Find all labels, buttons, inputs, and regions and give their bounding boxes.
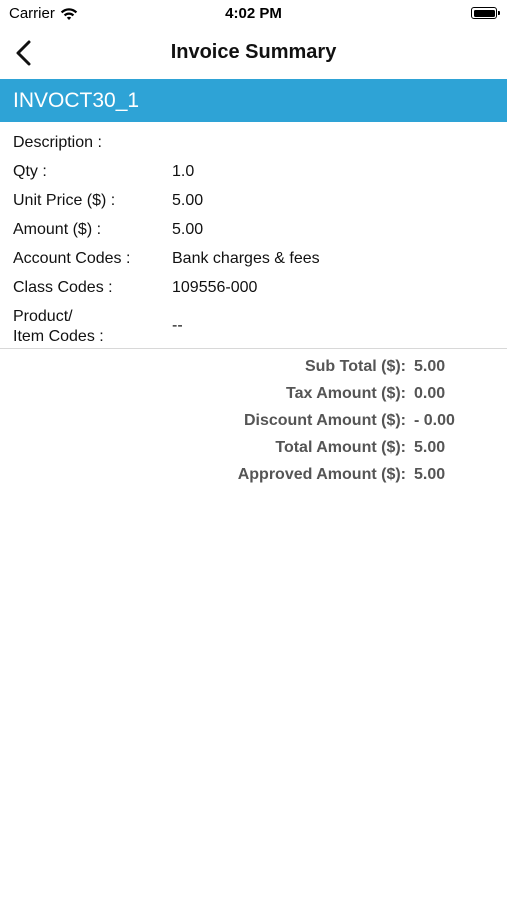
class-codes-label: Class Codes : (13, 279, 113, 296)
detail-row-qty: Qty : 1.0 (0, 160, 507, 189)
product-codes-label-line1: Product/ (13, 308, 73, 325)
invoice-header: INVOCT30_1 (0, 79, 507, 122)
detail-row-class-codes: Class Codes : 109556-000 (0, 276, 507, 305)
total-amount-label: Total Amount ($): (275, 439, 406, 456)
divider (0, 348, 507, 349)
qty-value: 1.0 (172, 163, 195, 180)
amount-value: 5.00 (172, 221, 204, 238)
total-row-discount: Discount Amount ($): - 0.00 (0, 410, 507, 437)
account-codes-value: Bank charges & fees (172, 250, 320, 267)
detail-row-account-codes: Account Codes : Bank charges & fees (0, 247, 507, 276)
status-time: 4:02 PM (225, 5, 282, 22)
detail-row-description: Description : (0, 131, 507, 160)
total-amount-value: 5.00 (414, 439, 446, 456)
detail-row-unit-price: Unit Price ($) : 5.00 (0, 189, 507, 218)
invoice-id: INVOCT30_1 (13, 89, 140, 112)
totals-section: Sub Total ($): 5.00 Tax Amount ($): 0.00… (0, 356, 507, 491)
unit-price-label: Unit Price ($) : (13, 192, 116, 209)
sub-total-value: 5.00 (414, 358, 446, 375)
account-codes-label: Account Codes : (13, 250, 131, 267)
approved-amount-label: Approved Amount ($): (237, 466, 406, 483)
invoice-details: Description : Qty : 1.0 Unit Price ($) :… (0, 131, 507, 353)
qty-label: Qty : (13, 163, 47, 180)
total-row-tax: Tax Amount ($): 0.00 (0, 383, 507, 410)
tax-amount-value: 0.00 (414, 385, 446, 402)
status-bar: Carrier 4:02 PM (0, 0, 507, 28)
class-codes-value: 109556-000 (172, 279, 258, 296)
battery-cap (498, 11, 500, 15)
navigation-bar: Invoice Summary (0, 28, 507, 78)
detail-row-amount: Amount ($) : 5.00 (0, 218, 507, 247)
detail-row-product-codes: Product/ Item Codes : -- (0, 305, 507, 353)
total-row-sub-total: Sub Total ($): 5.00 (0, 356, 507, 383)
battery-icon (471, 7, 500, 19)
product-codes-label: Product/ Item Codes : (13, 307, 104, 347)
description-label: Description : (13, 134, 102, 151)
page-title: Invoice Summary (170, 41, 337, 63)
battery-level (473, 9, 495, 17)
discount-amount-value: - 0.00 (414, 412, 455, 429)
discount-amount-label: Discount Amount ($): (243, 412, 406, 429)
approved-amount-value: 5.00 (414, 466, 446, 483)
product-codes-value: -- (172, 317, 183, 334)
product-codes-label-line2: Item Codes : (13, 328, 104, 345)
tax-amount-label: Tax Amount ($): (286, 385, 406, 402)
total-row-total: Total Amount ($): 5.00 (0, 437, 507, 464)
amount-label: Amount ($) : (13, 221, 102, 238)
sub-total-label: Sub Total ($): (304, 358, 406, 375)
unit-price-value: 5.00 (172, 192, 204, 209)
total-row-approved: Approved Amount ($): 5.00 (0, 464, 507, 491)
